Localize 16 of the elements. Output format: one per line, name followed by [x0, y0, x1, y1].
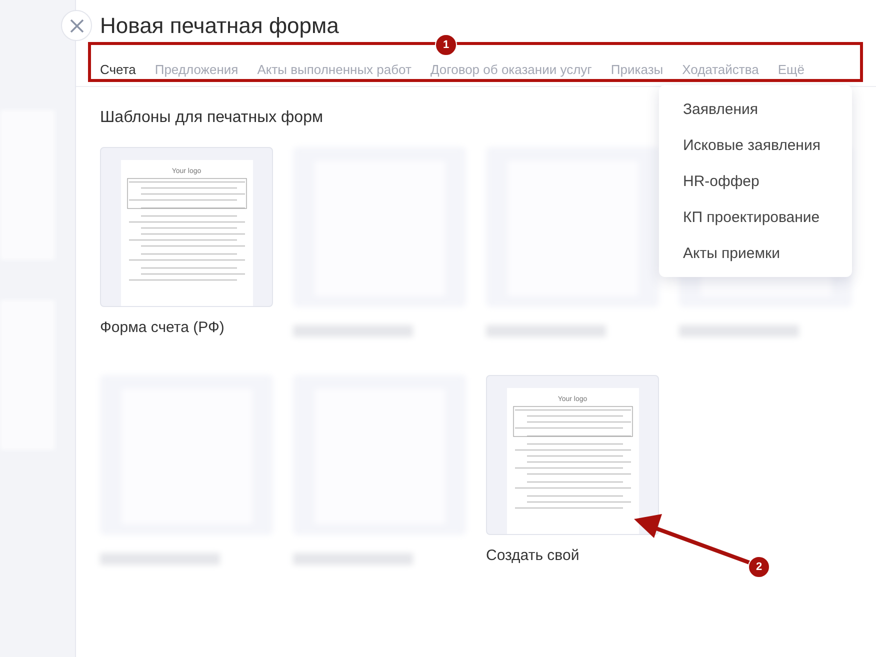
- tab[interactable]: Акты выполненных работ: [257, 62, 412, 76]
- menu-item[interactable]: Заявления: [659, 91, 852, 127]
- menu-item[interactable]: Исковые заявления: [659, 127, 852, 163]
- tab[interactable]: Счета: [100, 62, 136, 76]
- more-tab[interactable]: Ещё: [778, 62, 804, 76]
- menu-item[interactable]: Акты приемки: [659, 235, 852, 271]
- dialog-title: Новая печатная форма: [100, 12, 340, 40]
- tab[interactable]: Предложения: [154, 62, 238, 76]
- menu-item[interactable]: КП проектирование: [659, 199, 852, 235]
- menu-item[interactable]: HR-оффер: [659, 163, 852, 199]
- tab[interactable]: Ходатайства: [682, 62, 759, 76]
- close-icon: [70, 18, 84, 32]
- template-title: Форма счета (РФ): [100, 319, 226, 336]
- tab[interactable]: Договор об оказании услуг: [430, 62, 592, 76]
- tab[interactable]: Приказы: [610, 62, 664, 76]
- template-title: Создать свой: [486, 547, 580, 564]
